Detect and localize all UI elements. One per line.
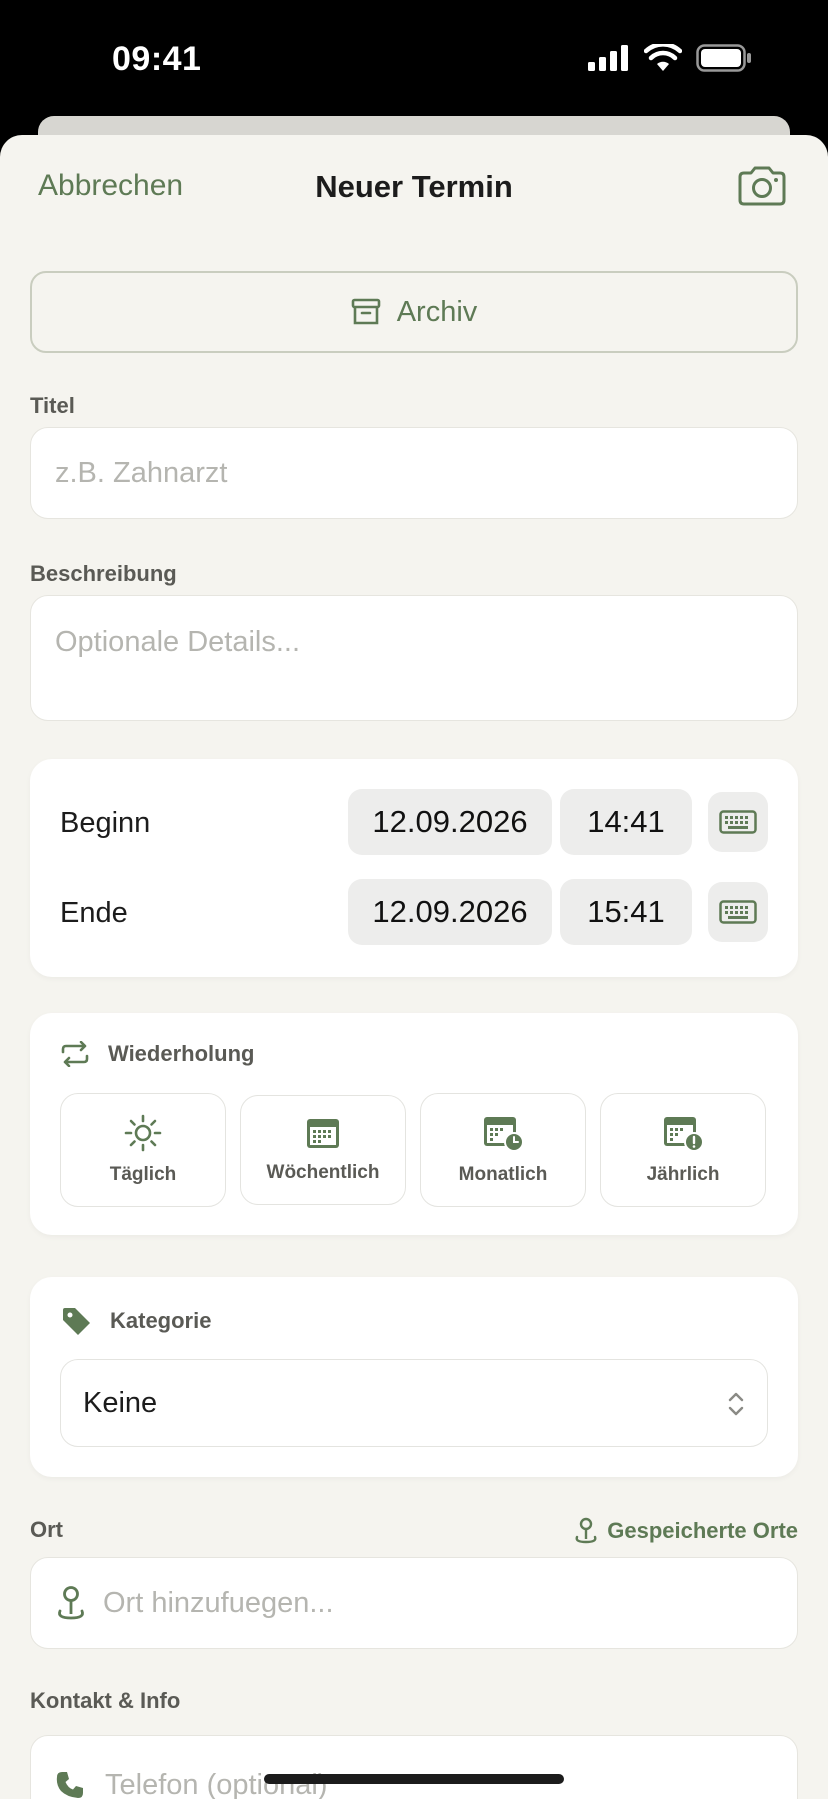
status-time: 09:41 xyxy=(112,40,202,78)
end-date-picker[interactable]: 12.09.2026 xyxy=(348,879,552,945)
repeat-option-yearly[interactable]: Jährlich xyxy=(600,1093,766,1207)
phone-icon xyxy=(56,1772,83,1798)
wifi-icon xyxy=(644,44,682,71)
battery-icon xyxy=(696,44,751,72)
archive-label: Archiv xyxy=(396,295,478,328)
archive-box-icon xyxy=(351,298,381,325)
home-indicator xyxy=(264,1774,564,1784)
keyboard-icon xyxy=(719,900,757,924)
location-label: Ort xyxy=(30,1517,63,1542)
schedule-card: Beginn 12.09.2026 14:41 Ende 12.09.2026 … xyxy=(30,759,798,977)
start-label: Beginn xyxy=(60,807,151,839)
cancel-button[interactable]: Abbrechen xyxy=(38,169,183,203)
repeat-option-daily[interactable]: Täglich xyxy=(60,1093,226,1207)
calendar-clock-icon xyxy=(484,1117,524,1152)
location-input[interactable]: Ort hinzufuegen... xyxy=(30,1557,798,1649)
repeat-header: Wiederholung xyxy=(60,1041,254,1067)
phone-input[interactable]: Telefon (optional) xyxy=(30,1735,798,1799)
camera-button[interactable] xyxy=(736,165,788,209)
location-placeholder: Ort hinzufuegen... xyxy=(103,1586,334,1619)
description-label: Beschreibung xyxy=(30,561,177,586)
repeat-option-label: Monatlich xyxy=(458,1164,548,1185)
keyboard-icon xyxy=(719,810,757,834)
sun-icon xyxy=(124,1114,162,1152)
repeat-option-label: Täglich xyxy=(109,1164,177,1185)
map-pin-icon xyxy=(575,1517,597,1544)
repeat-option-weekly[interactable]: Wöchentlich xyxy=(240,1095,406,1205)
calendar-alert-icon xyxy=(664,1117,704,1152)
repeat-icon xyxy=(61,1041,89,1067)
new-appointment-sheet: Abbrechen Neuer Termin Archiv Titel z.B.… xyxy=(0,135,828,1799)
category-select[interactable]: Keine xyxy=(60,1359,768,1447)
end-time-picker[interactable]: 15:41 xyxy=(560,879,692,945)
camera-icon xyxy=(738,166,786,206)
title-label: Titel xyxy=(30,393,75,418)
repeat-title: Wiederholung xyxy=(108,1041,255,1066)
category-title: Kategorie xyxy=(110,1308,212,1333)
archive-button[interactable]: Archiv xyxy=(30,271,798,353)
repeat-option-label: Jährlich xyxy=(646,1164,720,1185)
repeat-option-monthly[interactable]: Monatlich xyxy=(420,1093,586,1207)
nav-bar: Abbrechen Neuer Termin xyxy=(0,135,828,240)
cellular-signal-icon xyxy=(588,45,628,71)
start-date-picker[interactable]: 12.09.2026 xyxy=(348,789,552,855)
end-label: Ende xyxy=(60,897,128,929)
repeat-card: Wiederholung Täglich Wöchentlich Monatli… xyxy=(30,1013,798,1235)
tag-icon xyxy=(63,1308,90,1335)
status-icons xyxy=(588,44,752,72)
contact-label: Kontakt & Info xyxy=(30,1688,181,1713)
start-keyboard-button[interactable] xyxy=(708,792,768,852)
calendar-icon xyxy=(307,1119,339,1148)
map-pin-icon xyxy=(58,1586,84,1620)
status-bar: 09:41 xyxy=(0,0,828,120)
saved-places-label: Gespeicherte Orte xyxy=(607,1518,798,1543)
chevron-up-down-icon xyxy=(728,1392,744,1416)
repeat-option-label: Wöchentlich xyxy=(266,1162,380,1183)
end-keyboard-button[interactable] xyxy=(708,882,768,942)
saved-places-button[interactable]: Gespeicherte Orte xyxy=(573,1517,798,1545)
category-card: Kategorie Keine xyxy=(30,1277,798,1477)
title-input[interactable]: z.B. Zahnarzt xyxy=(30,427,798,519)
description-input[interactable]: Optionale Details... xyxy=(30,595,798,721)
start-time-picker[interactable]: 14:41 xyxy=(560,789,692,855)
category-header: Kategorie xyxy=(60,1305,211,1337)
title-placeholder: z.B. Zahnarzt xyxy=(55,456,228,489)
description-placeholder: Optionale Details... xyxy=(55,626,301,658)
category-value: Keine xyxy=(83,1386,158,1419)
